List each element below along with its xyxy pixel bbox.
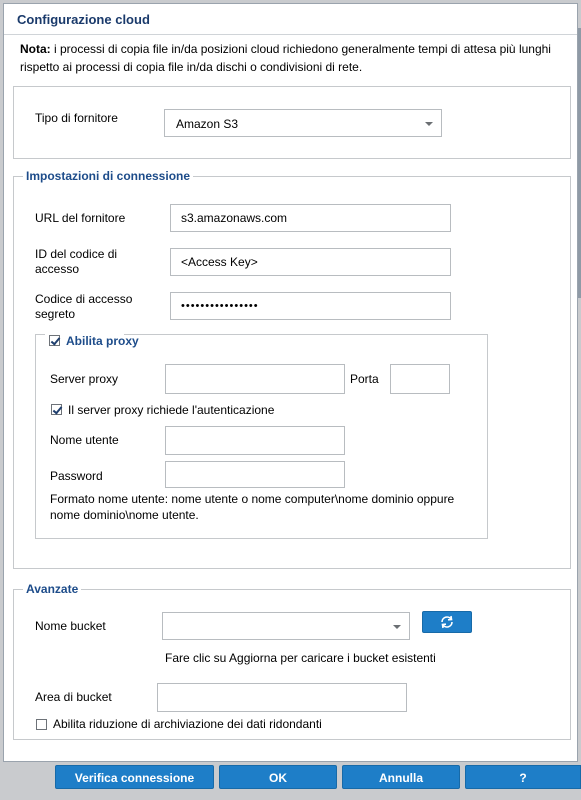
refresh-buckets-button[interactable]: [422, 611, 472, 633]
connection-settings-legend: Impostazioni di connessione: [26, 169, 191, 183]
refresh-icon: [441, 615, 453, 629]
provider-type-label: Tipo di fornitore: [35, 111, 118, 125]
help-button[interactable]: ?: [465, 765, 581, 789]
bucket-name-label: Nome bucket: [35, 619, 106, 633]
chevron-down-icon: [393, 625, 401, 629]
access-key-id-input[interactable]: [170, 248, 451, 276]
reduced-redundancy-checkbox[interactable]: [36, 719, 47, 730]
enable-proxy-label[interactable]: Abilita proxy: [66, 334, 139, 348]
proxy-auth-label[interactable]: Il server proxy richiede l'autenticazion…: [68, 403, 274, 418]
access-key-id-label: ID del codice di accesso: [35, 247, 118, 276]
bucket-area-input[interactable]: [157, 683, 407, 712]
proxy-username-input[interactable]: [165, 426, 345, 455]
note-text: Nota: i processi di copia file in/da pos…: [20, 40, 565, 76]
verify-connection-button[interactable]: Verifica connessione: [55, 765, 214, 789]
bucket-area-label: Area di bucket: [35, 690, 112, 704]
note-body: i processi di copia file in/da posizioni…: [20, 42, 551, 74]
dialog-title: Configurazione cloud: [17, 12, 150, 27]
cancel-button[interactable]: Annulla: [342, 765, 460, 789]
provider-type-select[interactable]: Amazon S3: [164, 109, 442, 137]
provider-url-input[interactable]: [170, 204, 451, 232]
proxy-password-label: Password: [50, 469, 103, 483]
secret-key-input[interactable]: [170, 292, 451, 320]
proxy-auth-checkbox[interactable]: [51, 404, 62, 415]
secret-key-label: Codice di accesso segreto: [35, 292, 133, 321]
chevron-down-icon: [425, 122, 433, 126]
username-format-hint: Formato nome utente: nome utente o nome …: [50, 492, 455, 522]
bucket-refresh-hint: Fare clic su Aggiorna per caricare i buc…: [165, 651, 436, 665]
proxy-port-input[interactable]: [390, 364, 450, 394]
ok-button[interactable]: OK: [219, 765, 337, 789]
proxy-server-input[interactable]: [165, 364, 345, 394]
provider-url-label: URL del fornitore: [35, 211, 126, 225]
note-label: Nota:: [20, 42, 51, 56]
enable-proxy-checkbox[interactable]: [49, 335, 60, 346]
enable-proxy-legend: Abilita proxy: [45, 334, 139, 348]
reduced-redundancy-label[interactable]: Abilita riduzione di archiviazione dei d…: [53, 717, 322, 732]
proxy-password-input[interactable]: [165, 461, 345, 488]
title-bar: Configurazione cloud: [4, 4, 577, 35]
provider-type-value: Amazon S3: [176, 117, 239, 131]
proxy-server-label: Server proxy: [50, 372, 119, 386]
proxy-username-label: Nome utente: [50, 433, 119, 447]
advanced-legend: Avanzate: [26, 582, 79, 596]
proxy-port-label: Porta: [350, 372, 379, 386]
bucket-name-select[interactable]: [162, 612, 410, 640]
